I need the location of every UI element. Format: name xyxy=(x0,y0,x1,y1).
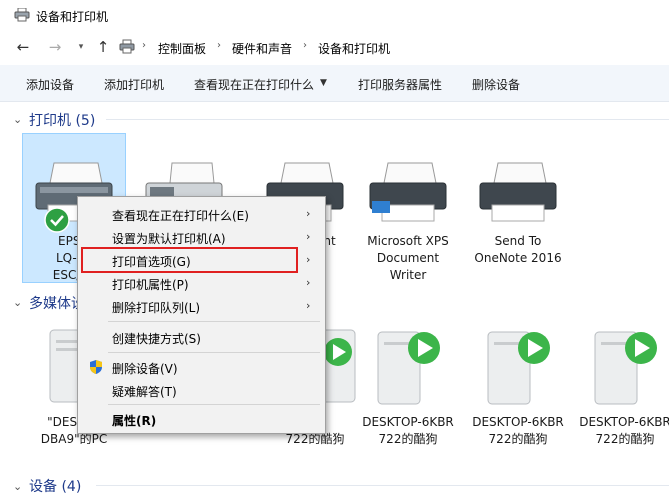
media-device-kugou-4[interactable]: DESKTOP-6KBR 722的酷狗 xyxy=(573,320,669,455)
forward-arrow-icon[interactable]: → xyxy=(46,38,64,56)
devices-printers-icon xyxy=(119,39,135,54)
address-row: ← → ▾ ↑ › 控制面板 › 硬件和声音 › 设备和打印机 xyxy=(0,31,669,63)
chevron-down-icon[interactable]: ▼ xyxy=(320,78,327,88)
back-arrow-icon[interactable]: ← xyxy=(14,38,32,56)
printer-icon xyxy=(479,162,557,222)
printer-icon xyxy=(14,8,30,22)
device-label: DESKTOP-6KBR 722的酷狗 xyxy=(579,415,669,446)
highlight-box xyxy=(81,247,298,273)
media-server-icon xyxy=(594,331,657,405)
breadcrumb-separator-icon: › xyxy=(142,40,146,51)
submenu-arrow-icon: › xyxy=(306,230,311,243)
device-label: Send To OneNote 2016 xyxy=(474,234,562,265)
menu-item-create-shortcut[interactable]: 创建快捷方式(S) xyxy=(78,326,325,348)
see-whats-printing-button[interactable]: 查看现在正在打印什么 xyxy=(194,76,314,93)
window-title: 设备和打印机 xyxy=(36,10,109,24)
menu-item-see-whats-printing[interactable]: 查看现在正在打印什么(E) › xyxy=(78,203,325,225)
uac-shield-icon xyxy=(90,360,102,374)
menu-item-properties[interactable]: 属性(R) xyxy=(78,408,325,430)
breadcrumb-separator-icon: › xyxy=(217,40,221,51)
collapse-chevron-icon[interactable]: ⌄ xyxy=(13,113,22,126)
group-divider xyxy=(96,485,669,486)
printer-microsoft-xps[interactable]: Microsoft XPS Document Writer xyxy=(356,133,460,283)
group-title-printers[interactable]: 打印机 (5) xyxy=(29,110,95,130)
check-badge-icon xyxy=(44,207,70,233)
collapse-chevron-icon[interactable]: ⌄ xyxy=(13,480,22,493)
menu-item-remove-queue[interactable]: 删除打印队列(L) › xyxy=(78,295,325,317)
group-divider xyxy=(106,119,669,120)
add-device-button[interactable]: 添加设备 xyxy=(26,76,74,93)
print-server-properties-button[interactable]: 打印服务器属性 xyxy=(358,76,442,93)
printer-icon xyxy=(369,162,447,222)
media-server-icon xyxy=(487,331,550,405)
submenu-arrow-icon: › xyxy=(306,253,311,266)
menu-separator xyxy=(108,404,320,405)
breadcrumb-devices-printers[interactable]: 设备和打印机 xyxy=(318,40,390,57)
title-bar: 设备和打印机 xyxy=(0,0,669,31)
chevron-down-icon[interactable]: ▾ xyxy=(72,38,90,56)
up-arrow-icon[interactable]: ↑ xyxy=(94,38,112,56)
context-menu: 查看现在正在打印什么(E) › 设置为默认打印机(A) › 打印首选项(G) ›… xyxy=(77,196,326,434)
menu-item-set-default[interactable]: 设置为默认打印机(A) › xyxy=(78,226,325,248)
breadcrumb-separator-icon: › xyxy=(303,40,307,51)
menu-item-printer-properties[interactable]: 打印机属性(P) › xyxy=(78,272,325,294)
command-toolbar: 添加设备 添加打印机 查看现在正在打印什么 ▼ 打印服务器属性 删除设备 xyxy=(0,65,669,102)
menu-item-remove-device[interactable]: 删除设备(V) xyxy=(78,356,325,378)
media-device-kugou-3[interactable]: DESKTOP-6KBR 722的酷狗 xyxy=(466,320,570,455)
breadcrumb-control-panel[interactable]: 控制面板 xyxy=(158,40,206,57)
submenu-arrow-icon: › xyxy=(306,207,311,220)
device-label: Microsoft XPS Document Writer xyxy=(367,234,449,282)
remove-device-button[interactable]: 删除设备 xyxy=(472,76,520,93)
add-printer-button[interactable]: 添加打印机 xyxy=(104,76,164,93)
collapse-chevron-icon[interactable]: ⌄ xyxy=(13,296,22,309)
submenu-arrow-icon: › xyxy=(306,276,311,289)
menu-separator xyxy=(108,321,320,322)
submenu-arrow-icon: › xyxy=(306,299,311,312)
menu-separator xyxy=(108,352,320,353)
menu-item-troubleshoot[interactable]: 疑难解答(T) xyxy=(78,379,325,401)
device-label: DESKTOP-6KBR 722的酷狗 xyxy=(362,415,454,446)
media-device-kugou-2[interactable]: DESKTOP-6KBR 722的酷狗 xyxy=(356,320,460,455)
device-label: DESKTOP-6KBR 722的酷狗 xyxy=(472,415,564,446)
media-server-icon xyxy=(377,331,440,405)
breadcrumb-hardware-sound[interactable]: 硬件和声音 xyxy=(232,40,292,57)
printer-onenote[interactable]: Send To OneNote 2016 xyxy=(466,133,570,283)
group-title-devices[interactable]: 设备 (4) xyxy=(29,476,81,496)
